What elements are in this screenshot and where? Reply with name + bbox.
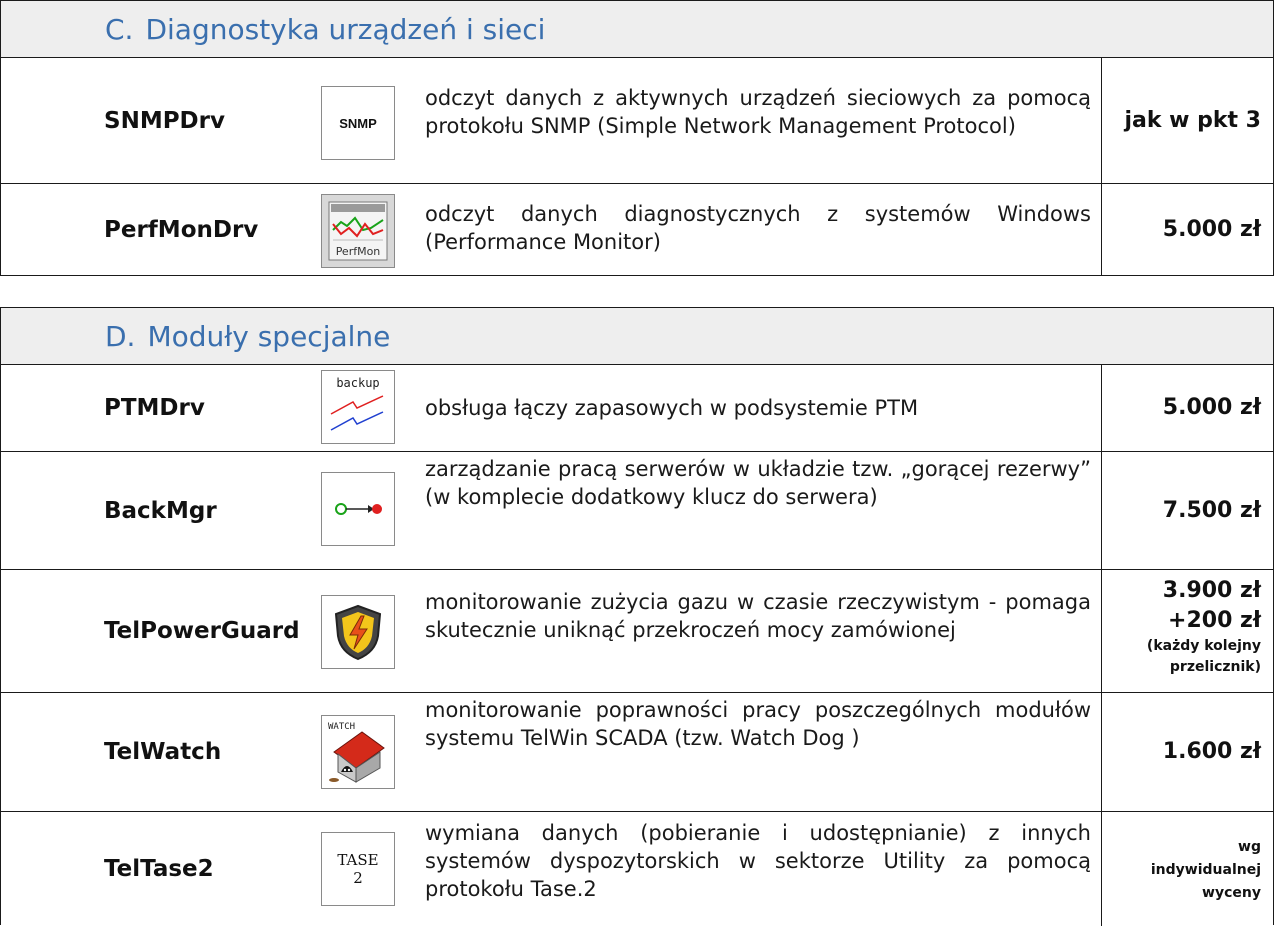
module-price: wyceny (1202, 885, 1261, 901)
power-shield-icon (321, 595, 395, 669)
server-switch-icon (335, 503, 382, 515)
price-cell: 7.500 zł (1101, 452, 1274, 569)
module-price: 7.500 zł (1162, 497, 1261, 523)
module-price: 5.000 zł (1162, 217, 1261, 242)
module-description: obsługa łączy zapasowych w podsystemie P… (425, 396, 919, 420)
perfmon-icon-label: PerfMon (336, 245, 381, 258)
module-name: SNMPDrv (104, 107, 225, 134)
section-title-text: Moduły specjalne (147, 320, 391, 353)
table-row: TelWatch WATCH monitorowanie poprawności… (1, 693, 1273, 812)
perfmon-graph-icon: PerfMon (328, 201, 388, 261)
snmp-icon-label: SNMP (339, 115, 377, 131)
module-price: 5.000 zł (1162, 395, 1261, 420)
section-header: C. Diagnostyka urządzeń i sieci (1, 1, 1273, 58)
module-description: odczyt danych diagnostycznych z systemów… (425, 202, 1091, 254)
price-cell: 5.000 zł (1101, 365, 1274, 451)
module-name: PTMDrv (104, 395, 205, 421)
price-cell: jak w pkt 3 (1101, 58, 1274, 183)
module-description: monitorowanie poprawności pracy poszczeg… (425, 698, 1091, 750)
perfmon-icon: PerfMon (321, 194, 395, 268)
lightning-shield-icon (334, 604, 382, 661)
backup-icon-label: backup (336, 376, 379, 390)
hot-standby-icon (321, 472, 395, 546)
tase2-icon: TASE 2 (321, 832, 395, 906)
module-price: jak w pkt 3 (1124, 107, 1261, 133)
module-price: indywidualnej (1150, 862, 1261, 878)
tase-icon-label: TASE (337, 851, 379, 869)
watch-icon-label: WATCH (328, 722, 355, 732)
table-row: SNMPDrv SNMP odczyt danych z aktywnych u… (1, 58, 1273, 184)
module-description: wymiana danych (pobieranie i udostępnian… (425, 821, 1091, 901)
snmp-icon: SNMP (321, 86, 395, 160)
price-cell: 1.600 zł (1101, 693, 1274, 811)
module-name: TelPowerGuard (104, 618, 300, 644)
price-cell: wg indywidualnej wyceny (1101, 812, 1274, 926)
section-c: C. Diagnostyka urządzeń i sieci SNMPDrv S… (0, 0, 1274, 276)
table-row: TelTase2 TASE 2 wymiana danych (pobieran… (1, 812, 1273, 926)
section-d: D. Moduły specjalne PTMDrv backup obsługa… (0, 307, 1274, 926)
module-description: odczyt danych z aktywnych urządzeń sieci… (425, 86, 1091, 138)
section-title: D. Moduły specjalne (105, 308, 390, 365)
dog-house-icon: WATCH (328, 722, 385, 783)
module-price: 1.600 zł (1162, 739, 1261, 764)
module-name: PerfMonDrv (104, 217, 259, 243)
module-name: TelWatch (104, 739, 222, 765)
module-price-note: (każdy kolejny przelicznik) (1146, 638, 1261, 675)
price-cell: 3.900 zł +200 zł (każdy kolejny przelicz… (1101, 570, 1274, 692)
module-description: zarządzanie pracą serwerów w układzie tz… (425, 457, 1091, 509)
section-number: D. (105, 320, 136, 353)
section-number: C. (105, 13, 134, 46)
price-cell: 5.000 zł (1101, 184, 1274, 276)
section-title: C. Diagnostyka urządzeń i sieci (105, 1, 545, 58)
tase-icon-number: 2 (353, 869, 363, 887)
table-row: PTMDrv backup obsługa łączy zapasowych w… (1, 365, 1273, 452)
backup-lines-icon: backup (330, 376, 384, 431)
watchdog-icon: WATCH (321, 715, 395, 789)
module-price: 3.900 zł (1162, 578, 1261, 603)
module-price-extra: +200 zł (1168, 608, 1261, 633)
backup-link-icon: backup (321, 370, 395, 444)
module-name: TelTase2 (104, 856, 214, 882)
section-title-text: Diagnostyka urządzeń i sieci (145, 13, 546, 46)
table-row: BackMgr zarządzanie pracą serwerów w ukł… (1, 452, 1273, 570)
table-row: TelPowerGuard monitorowanie zużycia gazu… (1, 570, 1273, 693)
module-description: monitorowanie zużycia gazu w czasie rzec… (425, 590, 1091, 642)
section-header: D. Moduły specjalne (1, 308, 1273, 365)
module-price: wg (1238, 839, 1261, 855)
table-row: PerfMonDrv PerfMon odczyt danych diagnos… (1, 184, 1273, 276)
module-name: BackMgr (104, 497, 217, 524)
